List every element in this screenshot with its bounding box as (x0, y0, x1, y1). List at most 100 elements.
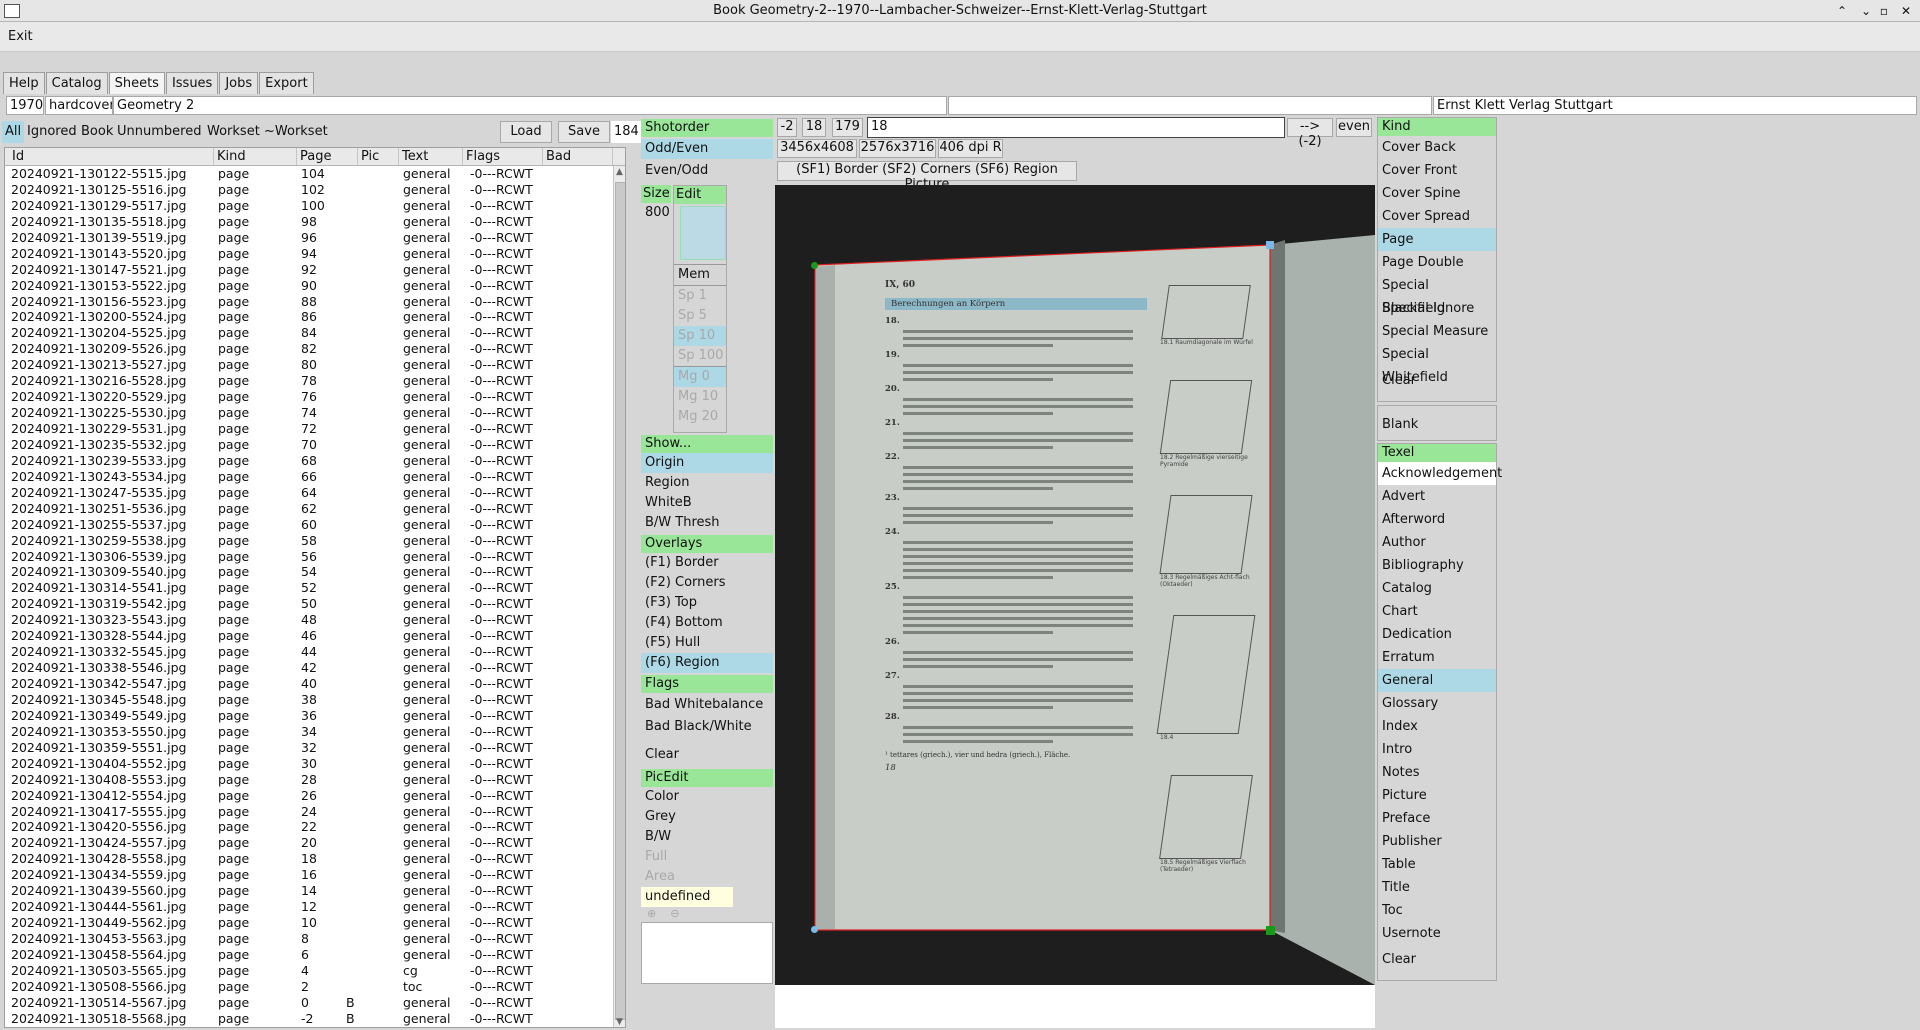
table-row[interactable]: 20240921-130439-5560.jpg page 14 general -0-… (5, 883, 613, 899)
window-minimize-icon[interactable]: ⌃ (1834, 3, 1850, 19)
table-row[interactable]: 20240921-130255-5537.jpg page 60 general -0-… (5, 517, 613, 533)
table-row[interactable]: 20240921-130200-5524.jpg page 86 general -0-… (5, 309, 613, 325)
table-row[interactable]: 20240921-130147-5521.jpg page 92 general -0-… (5, 262, 613, 278)
table-row[interactable]: 20240921-130428-5558.jpg page 18 general -0-… (5, 851, 613, 867)
table-row[interactable]: 20240921-130420-5556.jpg page 22 general -0-… (5, 819, 613, 835)
flags-clear-button[interactable]: Clear (641, 745, 773, 765)
table-row[interactable]: 20240921-130323-5543.jpg page 48 general -0-… (5, 612, 613, 628)
tab-help[interactable]: Help (3, 72, 45, 94)
table-row[interactable]: 20240921-130209-5526.jpg page 82 general -0-… (5, 341, 613, 357)
table-row[interactable]: 20240921-130235-5532.jpg page 70 general -0-… (5, 437, 613, 453)
table-row[interactable]: 20240921-130449-5562.jpg page 10 general -0-… (5, 915, 613, 931)
corner-handle-top-left[interactable] (811, 262, 818, 269)
scroll-thumb[interactable] (615, 182, 625, 1020)
texel-item[interactable]: Author (1378, 531, 1496, 554)
overlay-top[interactable]: (F3) Top (641, 593, 773, 613)
table-row[interactable]: 20240921-130359-5551.jpg page 32 general -0-… (5, 740, 613, 756)
table-row[interactable]: 20240921-130508-5566.jpg page 2 toc -0---RCW… (5, 979, 613, 995)
filter-ignored[interactable]: Ignored (24, 121, 80, 143)
table-row[interactable]: 20240921-130453-5563.jpg page 8 general -0--… (5, 931, 613, 947)
overlay-corners[interactable]: (F2) Corners (641, 573, 773, 593)
blank-button[interactable]: Blank (1378, 413, 1496, 436)
texel-item[interactable]: Picture (1378, 784, 1496, 807)
table-row[interactable]: 20240921-130417-5555.jpg page 24 general -0-… (5, 804, 613, 820)
overlay-hull[interactable]: (F5) Hull (641, 633, 773, 653)
kind-item[interactable]: Cover Spread (1378, 205, 1496, 228)
flag-bad-whitebalance[interactable]: Bad Whitebalance (641, 695, 773, 715)
table-row[interactable]: 20240921-130328-5544.jpg page 46 general -0-… (5, 628, 613, 644)
scroll-up-icon[interactable]: ▲ (616, 167, 623, 177)
load-button[interactable]: Load (500, 121, 552, 143)
col-flags[interactable]: Flags (463, 148, 543, 165)
show-whiteb[interactable]: WhiteB (641, 493, 773, 513)
publisher-field[interactable]: Ernst Klett Verlag Stuttgart (1433, 96, 1917, 115)
table-row[interactable]: 20240921-130332-5545.jpg page 44 general -0-… (5, 644, 613, 660)
texel-item[interactable]: Publisher (1378, 830, 1496, 853)
overlay-region[interactable]: (F6) Region (641, 653, 773, 673)
filter-not-workset[interactable]: ~Workset (261, 121, 331, 143)
tab-issues[interactable]: Issues (165, 72, 219, 94)
kind-item[interactable]: Special Measure (1378, 320, 1496, 343)
table-row[interactable]: 20240921-130225-5530.jpg page 74 general -0-… (5, 405, 613, 421)
col-id[interactable]: Id (9, 148, 214, 165)
picedit-grey[interactable]: Grey (641, 807, 773, 827)
table-row[interactable]: 20240921-130139-5519.jpg page 96 general -0-… (5, 230, 613, 246)
table-row[interactable]: 20240921-130514-5567.jpg page 0 Bgeneral -0-… (5, 995, 613, 1011)
texel-clear-button[interactable]: Clear (1378, 948, 1496, 971)
size-value[interactable]: 800 (645, 205, 670, 220)
table-row[interactable]: 20240921-130338-5546.jpg page 42 general -0-… (5, 660, 613, 676)
tab-sheets[interactable]: Sheets (108, 72, 165, 94)
table-row[interactable]: 20240921-130143-5520.jpg page 94 general -0-… (5, 246, 613, 262)
table-row[interactable]: 20240921-130220-5529.jpg page 76 general -0-… (5, 389, 613, 405)
texel-item[interactable]: Usernote (1378, 922, 1496, 945)
texel-item[interactable]: Acknowledgement (1378, 462, 1502, 485)
mem-button[interactable]: Mem (674, 264, 726, 285)
table-row[interactable]: 20240921-130412-5554.jpg page 26 general -0-… (5, 788, 613, 804)
filter-book[interactable]: Book (78, 121, 116, 143)
table-row[interactable]: 20240921-130345-5548.jpg page 38 general -0-… (5, 692, 613, 708)
corner-handle-bottom-right[interactable] (1266, 926, 1275, 935)
table-row[interactable]: 20240921-130404-5552.jpg page 30 general -0-… (5, 756, 613, 772)
texel-item[interactable]: General (1378, 669, 1496, 692)
window-collapse-icon[interactable]: ⌄ (1858, 3, 1874, 19)
kind-item[interactable]: Special Blackfield (1378, 274, 1496, 316)
filter-unnumbered[interactable]: Unnumbered (114, 121, 204, 143)
page-number-input[interactable]: 18 (867, 117, 1285, 138)
texel-item[interactable]: Toc (1378, 899, 1496, 922)
even-odd-option[interactable]: Even/Odd (641, 161, 773, 181)
texel-item[interactable]: Preface (1378, 807, 1496, 830)
margin-20[interactable]: Mg 20 (674, 407, 726, 427)
kind-item[interactable]: Special Whitefield (1378, 343, 1496, 385)
texel-item[interactable]: Erratum (1378, 646, 1496, 669)
picedit-color[interactable]: Color (641, 787, 773, 807)
texel-item[interactable]: Afterword (1378, 508, 1496, 531)
table-row[interactable]: 20240921-130306-5539.jpg page 56 general -0-… (5, 549, 613, 565)
kind-item[interactable]: Page Double (1378, 251, 1496, 274)
table-row[interactable]: 20240921-130125-5516.jpg page 102 general -0… (5, 182, 613, 198)
table-scrollbar[interactable]: ▲ ▼ (613, 166, 625, 1027)
texel-item[interactable]: Intro (1378, 738, 1496, 761)
scroll-down-icon[interactable]: ▼ (616, 1017, 623, 1027)
binding-field[interactable]: hardcover (45, 96, 113, 115)
table-row[interactable]: 20240921-130319-5542.jpg page 50 general -0-… (5, 596, 613, 612)
kind-item[interactable]: Cover Back (1378, 136, 1496, 159)
table-row[interactable]: 20240921-130216-5528.jpg page 78 general -0-… (5, 373, 613, 389)
table-row[interactable]: 20240921-130349-5549.jpg page 36 general -0-… (5, 708, 613, 724)
kind-item[interactable]: Page (1378, 228, 1496, 251)
table-row[interactable]: 20240921-130213-5527.jpg page 80 general -0-… (5, 357, 613, 373)
texel-item[interactable]: Glossary (1378, 692, 1496, 715)
tab-export[interactable]: Export (259, 72, 314, 94)
picedit-area[interactable]: Area (641, 867, 773, 887)
col-text[interactable]: Text (399, 148, 463, 165)
step-1[interactable]: Sp 1 (674, 285, 726, 306)
page-arrow-button[interactable]: --> (-2) (1287, 118, 1333, 149)
table-row[interactable]: 20240921-130518-5568.jpg page -2 Bgeneral -0… (5, 1011, 613, 1027)
margin-0[interactable]: Mg 0 (674, 366, 726, 387)
page-image-viewer[interactable]: IX, 60 Berechnungen an Körpern 18. 19. 20.… (775, 185, 1375, 985)
table-row[interactable]: 20240921-130247-5535.jpg page 64 general -0-… (5, 485, 613, 501)
col-page[interactable]: Page (297, 148, 358, 165)
filter-workset[interactable]: Workset (204, 121, 263, 143)
picedit-full[interactable]: Full (641, 847, 773, 867)
texel-item[interactable]: Dedication (1378, 623, 1496, 646)
book-title-field[interactable]: Geometry 2 (113, 96, 947, 115)
